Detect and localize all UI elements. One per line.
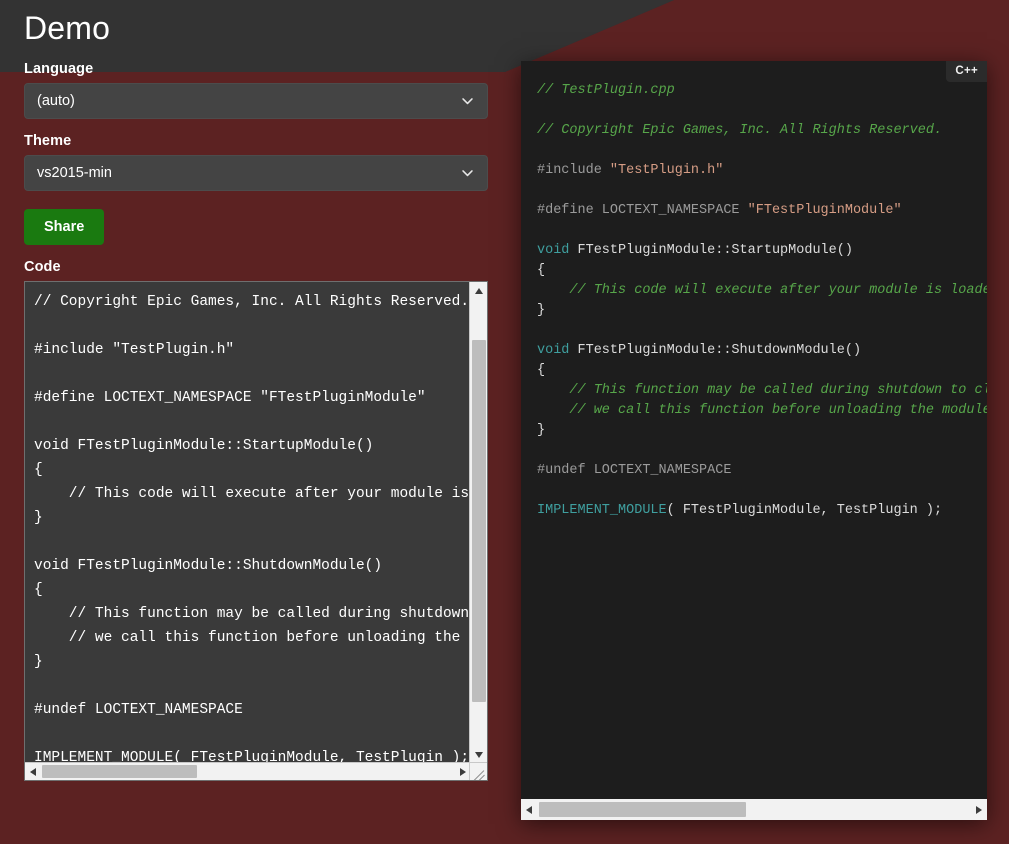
code-input-horizontal-scrollbar[interactable] (25, 762, 471, 781)
page-title: Demo (24, 10, 111, 46)
language-select-wrapper: (auto) (24, 82, 488, 119)
code-token: #include (537, 163, 610, 178)
code-token: void (537, 343, 570, 358)
code-token: IMPLEMENT_MODULE (537, 503, 667, 518)
code-token: FTestPluginModule::ShutdownModule() (569, 343, 862, 358)
code-label: Code (24, 259, 61, 276)
code-token: #define LOCTEXT_NAMESPACE (537, 203, 748, 218)
code-token: // TestPlugin.cpp (537, 83, 675, 98)
code-preview-panel: C++ // TestPlugin.cpp // Copyright Epic … (521, 61, 987, 820)
code-token: "TestPlugin.h" (609, 163, 724, 178)
resize-grip-icon[interactable] (469, 762, 487, 781)
theme-select[interactable]: vs2015-min (24, 154, 488, 191)
settings-column: Demo Language (auto) Theme vs2015-min Sh… (24, 0, 490, 782)
vertical-scrollbar-thumb[interactable] (472, 340, 486, 703)
scroll-up-arrow-icon[interactable] (475, 288, 483, 295)
code-token: } (537, 423, 546, 438)
code-token: } (537, 303, 546, 318)
code-token: // Copyright Epic Games, Inc. All Rights… (537, 123, 943, 138)
code-input-vertical-scrollbar[interactable] (469, 282, 487, 765)
theme-select-wrapper: vs2015-min (24, 154, 488, 191)
theme-label: Theme (24, 132, 72, 149)
scroll-left-arrow-icon[interactable] (30, 768, 36, 777)
highlighted-code: // TestPlugin.cpp // Copyright Epic Game… (521, 61, 987, 799)
code-token: "FTestPluginModule" (747, 203, 902, 218)
code-token: { (537, 363, 546, 378)
language-select[interactable]: (auto) (24, 82, 488, 119)
code-token: // This code will execute after your mod… (569, 283, 987, 298)
code-token: FTestPluginModule::StartupModule() (569, 243, 853, 258)
scroll-left-arrow-icon[interactable] (526, 805, 532, 814)
code-token: { (537, 263, 546, 278)
code-editor-wrapper (24, 281, 488, 782)
horizontal-scrollbar-thumb[interactable] (42, 765, 197, 779)
scroll-right-arrow-icon[interactable] (976, 805, 982, 814)
preview-scrollbar-thumb[interactable] (539, 802, 746, 817)
share-button[interactable]: Share (24, 208, 105, 246)
scroll-down-arrow-icon[interactable] (475, 752, 483, 759)
code-token: // This function may be called during sh… (569, 383, 987, 398)
code-input[interactable] (25, 282, 470, 764)
code-token: void (537, 243, 570, 258)
preview-horizontal-scrollbar[interactable] (521, 799, 987, 820)
language-badge: C++ (946, 61, 987, 82)
code-token: // we call this function before unloadin… (537, 403, 987, 418)
theme-select-value: vs2015-min (37, 164, 112, 181)
scroll-right-arrow-icon[interactable] (460, 768, 466, 777)
code-token: ( FTestPluginModule, TestPlugin ); (666, 503, 943, 518)
language-select-value: (auto) (37, 92, 75, 109)
language-label: Language (24, 60, 94, 77)
code-token: #undef LOCTEXT_NAMESPACE (537, 463, 732, 478)
